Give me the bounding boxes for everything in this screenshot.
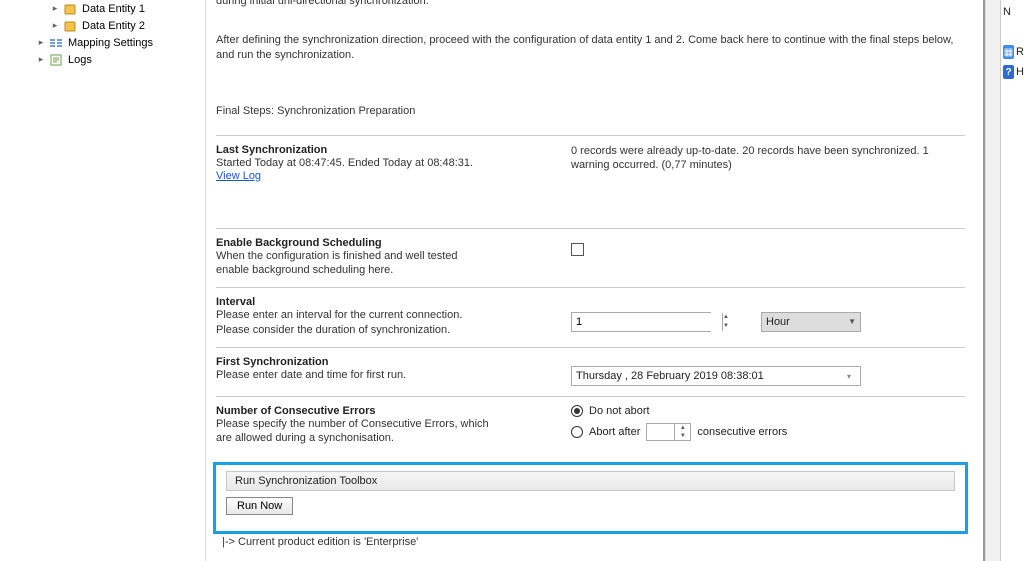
side-item-h[interactable]: ?H (1003, 62, 1024, 82)
window-icon: ▦ (1003, 45, 1014, 59)
radio-abort-after[interactable] (571, 426, 583, 438)
label-bg-scheduling: Enable Background Scheduling (216, 237, 571, 249)
help-icon: ? (1003, 65, 1014, 79)
mapping-icon (48, 36, 64, 50)
tree-item-label: Data Entity 2 (82, 20, 145, 32)
chevron-right-icon[interactable]: ▸ (48, 20, 62, 31)
datetime-first-sync[interactable]: Thursday , 28 February 2019 08:38:01 ▾ (571, 366, 861, 386)
desc-first-sync: Please enter date and time for first run… (216, 368, 571, 382)
datetime-first-sync-value: Thursday , 28 February 2019 08:38:01 (576, 370, 764, 382)
spinner-abort-count[interactable]: ▲▼ (646, 423, 691, 441)
radio-label-abort-suffix: consecutive errors (697, 426, 787, 438)
desc-interval-2: Please consider the duration of synchron… (216, 323, 571, 337)
radio-do-not-abort[interactable] (571, 405, 583, 417)
radio-label-do-not-abort: Do not abort (589, 405, 650, 417)
section-title-final-steps: Final Steps: Synchronization Preparation (216, 105, 965, 117)
group-header-run-toolbox: Run Synchronization Toolbox (226, 471, 955, 491)
chevron-down-icon: ▼ (848, 317, 856, 326)
tree-item-logs[interactable]: ▸ Logs (4, 51, 201, 68)
scrollbar-vertical[interactable] (985, 0, 1000, 561)
run-now-button[interactable]: Run Now (226, 497, 293, 515)
spin-down-icon[interactable]: ▼ (674, 432, 690, 440)
label-last-sync: Last Synchronization (216, 144, 571, 156)
desc-last-sync: Started Today at 08:47:45. Ended Today a… (216, 156, 571, 170)
input-abort-count[interactable] (647, 424, 674, 440)
database-icon (62, 2, 78, 16)
desc-bg-scheduling-1: When the configuration is finished and w… (216, 249, 571, 263)
right-side-panel: N ▦R ?H (1000, 0, 1024, 561)
tree-item-label: Data Entity 1 (82, 3, 145, 15)
database-icon (62, 19, 78, 33)
link-view-log[interactable]: View Log (216, 170, 261, 182)
spin-up-icon[interactable]: ▲ (722, 313, 729, 322)
nav-tree: ▸ Data Entity 1 ▸ Data Entity 2 ▸ Mappin… (0, 0, 205, 561)
intro-after-define: After defining the synchronization direc… (216, 33, 965, 63)
status-bar-edition: |-> Current product edition is 'Enterpri… (216, 534, 965, 550)
tree-item-label: Mapping Settings (68, 37, 153, 49)
tree-item-label: Logs (68, 54, 92, 66)
checkbox-bg-scheduling[interactable] (571, 243, 584, 256)
desc-interval-1: Please enter an interval for the current… (216, 308, 571, 322)
label-interval: Interval (216, 296, 571, 308)
combo-interval-unit[interactable]: Hour ▼ (761, 312, 861, 332)
highlight-run-toolbox: Run Synchronization Toolbox Run Now (213, 462, 968, 534)
main-panel: during initial uni-directional synchroni… (205, 0, 1000, 561)
chevron-right-icon[interactable]: ▸ (34, 37, 48, 48)
tree-item-data-entity-1[interactable]: ▸ Data Entity 1 (4, 0, 201, 17)
row-bg-scheduling: Enable Background Scheduling When the co… (216, 228, 965, 288)
summary-last-sync: 0 records were already up-to-date. 20 re… (571, 144, 965, 173)
chevron-right-icon[interactable]: ▸ (34, 54, 48, 65)
input-interval-value[interactable] (572, 313, 722, 331)
row-interval: Interval Please enter an interval for th… (216, 287, 965, 347)
calendar-dropdown-icon[interactable]: ▾ (842, 369, 856, 383)
row-first-sync: First Synchronization Please enter date … (216, 347, 965, 396)
desc-consec-2: are allowed during a synchonisation. (216, 431, 571, 445)
row-last-sync: Last Synchronization Started Today at 08… (216, 135, 965, 192)
spin-up-icon[interactable]: ▲ (674, 424, 690, 432)
combo-interval-unit-value: Hour (766, 316, 790, 328)
intro-partial: during initial uni-directional synchroni… (216, 0, 965, 9)
desc-bg-scheduling-2: enable background scheduling here. (216, 263, 571, 277)
label-consecutive-errors: Number of Consecutive Errors (216, 405, 571, 417)
side-item-r[interactable]: ▦R (1003, 42, 1024, 62)
row-consecutive-errors: Number of Consecutive Errors Please spec… (216, 396, 965, 456)
spin-down-icon[interactable]: ▼ (722, 322, 729, 331)
radio-label-abort-after: Abort after (589, 426, 640, 438)
spinner-interval-value[interactable]: ▲▼ (571, 312, 711, 332)
side-item-n[interactable]: N (1003, 2, 1024, 22)
tree-item-data-entity-2[interactable]: ▸ Data Entity 2 (4, 17, 201, 34)
label-first-sync: First Synchronization (216, 356, 571, 368)
tree-item-mapping-settings[interactable]: ▸ Mapping Settings (4, 34, 201, 51)
logs-icon (48, 53, 64, 67)
desc-consec-1: Please specify the number of Consecutive… (216, 417, 571, 431)
chevron-right-icon[interactable]: ▸ (48, 3, 62, 14)
